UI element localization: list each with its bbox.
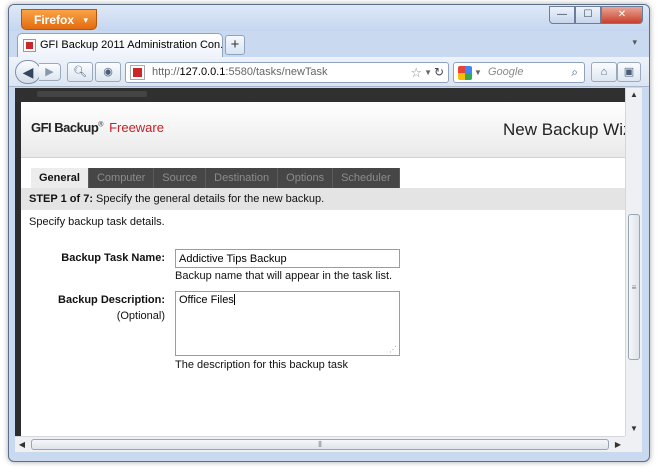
description-optional-label: (Optional) <box>116 310 165 322</box>
horizontal-scrollbar[interactable]: ◀ ⦀ ▶ <box>15 436 625 452</box>
home-icon: ⌂ <box>600 66 608 78</box>
site-icon <box>130 65 145 80</box>
tab-computer[interactable]: Computer <box>89 168 155 188</box>
gfi-favicon-icon <box>23 39 36 52</box>
gfi-backup-logo: GFI Backup® Freeware <box>31 120 164 135</box>
vertical-scroll-thumb[interactable]: ≡ <box>628 214 640 360</box>
scroll-down-icon[interactable]: ▼ <box>626 422 642 436</box>
page-viewport: GFI Backup® Freeware New Backup Wiz Gene… <box>15 88 625 436</box>
tab-list-button[interactable]: ▾ <box>632 37 637 48</box>
scroll-right-icon[interactable]: ▶ <box>611 437 625 452</box>
page-background-strip <box>15 88 625 102</box>
horizontal-scroll-thumb[interactable]: ⦀ <box>31 439 609 450</box>
browser-tab-title: GFI Backup 2011 Administration Con... <box>40 39 223 51</box>
navigation-bar: ◀ ▶ 🔍︎ ◉ http://127.0.0.1:5580/tasks/new… <box>9 57 649 87</box>
url-path: :5580/tasks/newTask <box>225 66 328 78</box>
wizard-panel: GFI Backup® Freeware New Backup Wiz Gene… <box>21 102 625 436</box>
home-button[interactable]: ⌂ <box>591 62 617 82</box>
tab-destination[interactable]: Destination <box>206 168 279 188</box>
vertical-scrollbar[interactable]: ▲ ≡ ▼ <box>625 88 642 436</box>
url-history-dropdown-icon[interactable]: ▼ <box>424 63 432 82</box>
chevron-down-icon: ▾ <box>83 15 88 25</box>
window-controls: — ☐ ✕ <box>549 6 643 24</box>
search-placeholder: Google <box>488 66 524 78</box>
search-engine-dropdown-icon[interactable]: ▼ <box>474 63 482 82</box>
text-cursor <box>233 294 235 305</box>
browser-tab[interactable]: GFI Backup 2011 Administration Con... <box>17 33 223 57</box>
bookmarks-menu-button[interactable]: ▣ <box>617 62 641 82</box>
magnifier-icon: 🔍︎ <box>73 66 87 78</box>
url-bar[interactable]: http://127.0.0.1:5580/tasks/newTask ☆ ▼ … <box>125 62 449 83</box>
wizard-title: New Backup Wiz <box>503 120 625 139</box>
step-number: STEP 1 of 7: <box>29 193 93 205</box>
tab-general[interactable]: General <box>31 168 89 188</box>
intro-text: Specify backup task details. <box>29 216 165 228</box>
description-value: Office Files <box>179 294 234 306</box>
description-hint: The description for this backup task <box>175 359 349 371</box>
brand-freeware: Freeware <box>109 120 164 135</box>
search-bar[interactable]: ▼ Google ⌕ <box>453 62 585 83</box>
bookmarks-icon: ▣ <box>623 66 635 78</box>
wizard-header: GFI Backup® Freeware New Backup Wiz <box>21 102 625 158</box>
task-name-label: Backup Task Name: <box>61 252 165 264</box>
maximize-button[interactable]: ☐ <box>575 6 601 24</box>
minimize-button[interactable]: — <box>549 6 575 24</box>
reload-icon[interactable]: ↻ <box>434 63 444 82</box>
wizard-step-tabs: General Computer Source Destination Opti… <box>31 168 400 188</box>
search-icon[interactable]: ⌕ <box>571 63 578 82</box>
firefox-menu-button[interactable]: Firefox ▾ <box>21 9 97 30</box>
star-icon[interactable]: ☆ <box>410 63 422 82</box>
resize-grip-icon[interactable]: ⋰ <box>389 345 397 354</box>
zoom-button[interactable]: 🔍︎ <box>67 62 93 82</box>
url-host: 127.0.0.1 <box>179 66 226 78</box>
step-indicator: STEP 1 of 7: Specify the general details… <box>21 188 625 210</box>
brand-prefix: GFI <box>31 120 52 135</box>
description-textarea[interactable]: Office Files ⋰ <box>175 291 400 356</box>
registered-mark: ® <box>98 121 103 129</box>
browser-window: Firefox ▾ — ☐ ✕ GFI Backup 2011 Administ… <box>8 4 650 462</box>
description-label: Backup Description: <box>58 294 165 306</box>
task-name-input[interactable] <box>175 249 400 268</box>
close-button[interactable]: ✕ <box>601 6 643 24</box>
url-prefix: http:// <box>152 66 180 78</box>
back-arrow-icon: ◀ <box>22 64 34 80</box>
scroll-left-icon[interactable]: ◀ <box>15 437 29 452</box>
identity-button[interactable]: ◉ <box>95 62 121 82</box>
brand-main: Backup <box>54 120 99 135</box>
forward-arrow-icon: ▶ <box>45 66 54 78</box>
scrollbar-corner <box>625 436 642 452</box>
title-bar: Firefox ▾ — ☐ ✕ <box>9 5 649 31</box>
firefox-menu-label: Firefox <box>34 13 75 27</box>
tab-options[interactable]: Options <box>278 168 334 188</box>
new-tab-button[interactable]: + <box>225 35 245 55</box>
back-button[interactable]: ◀ <box>15 60 41 84</box>
tab-strip: GFI Backup 2011 Administration Con... + … <box>9 31 649 57</box>
task-name-hint: Backup name that will appear in the task… <box>175 270 393 282</box>
tab-source[interactable]: Source <box>154 168 207 188</box>
google-icon[interactable] <box>458 66 472 80</box>
forward-button[interactable]: ▶ <box>39 63 61 81</box>
globe-icon: ◉ <box>103 66 113 78</box>
background-logo <box>37 91 147 97</box>
scroll-up-icon[interactable]: ▲ <box>626 88 642 102</box>
tab-scheduler[interactable]: Scheduler <box>333 168 400 188</box>
step-description: Specify the general details for the new … <box>92 193 325 205</box>
